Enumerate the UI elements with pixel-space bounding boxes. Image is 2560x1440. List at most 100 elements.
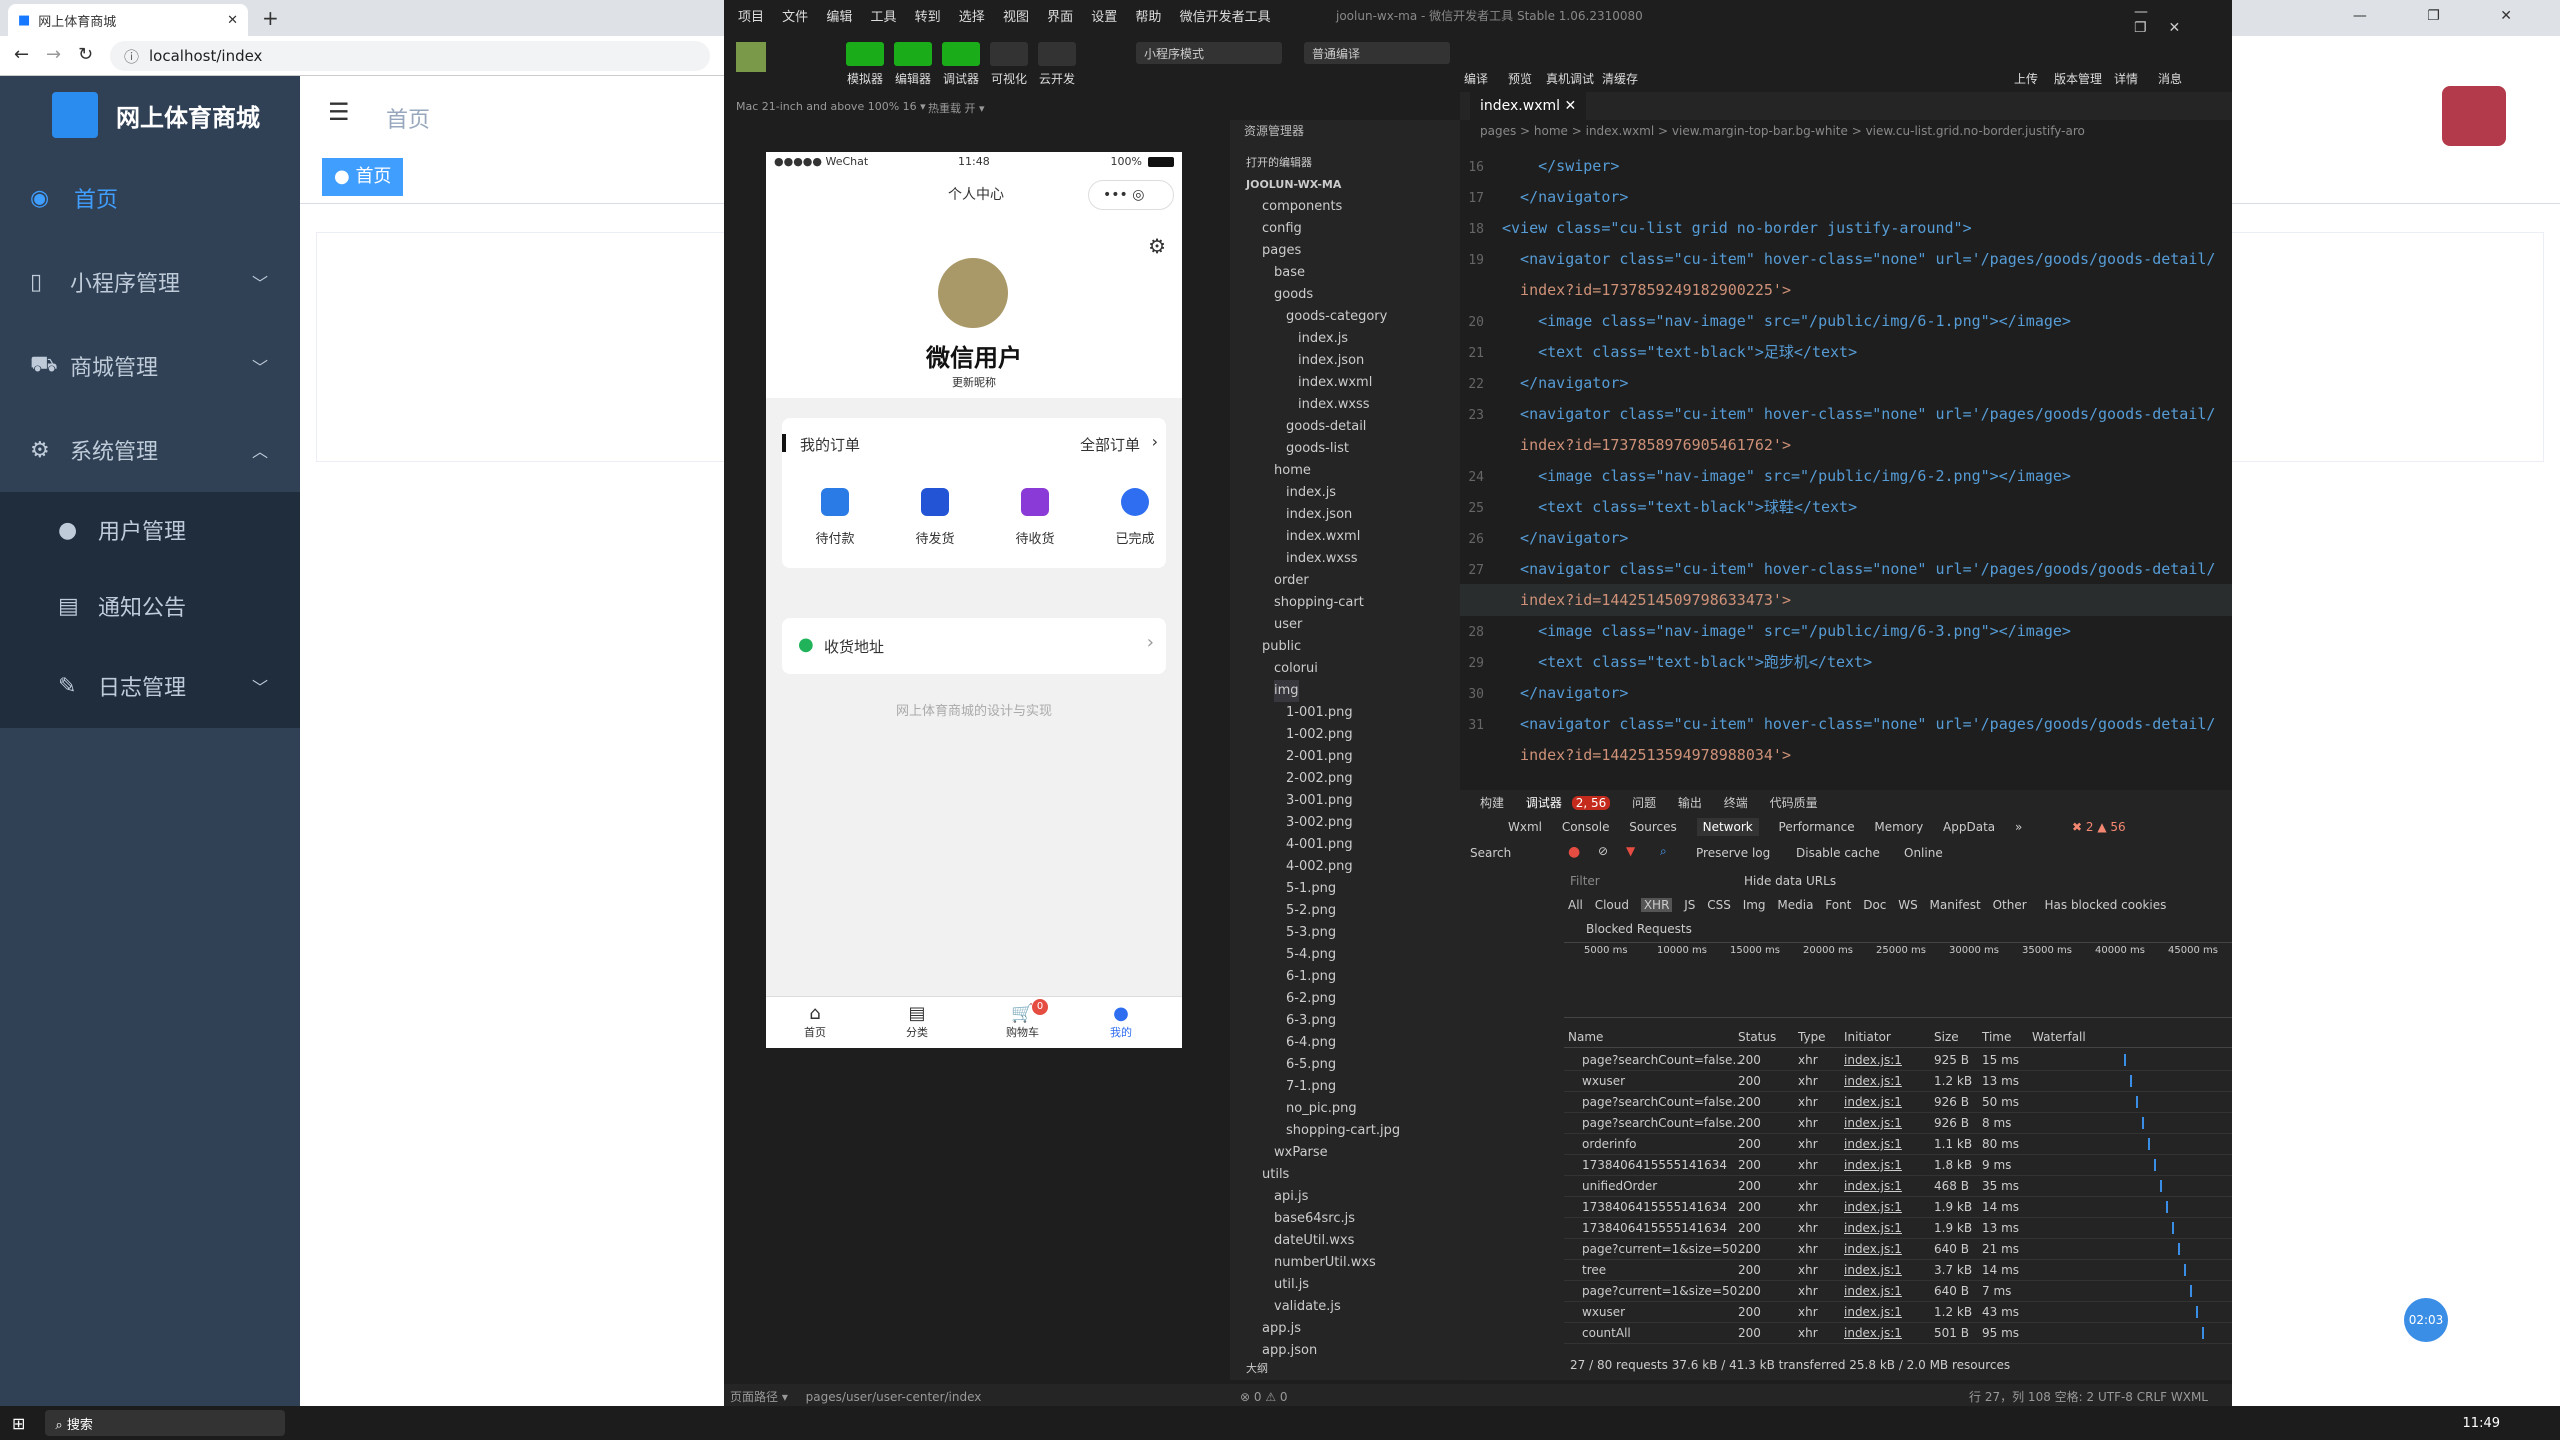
window-controls[interactable]: — ❐ ✕	[2353, 8, 2540, 24]
file-tree-item[interactable]: config	[1262, 218, 1302, 240]
device-select[interactable]: Mac 21-inch and above 100% 16 ▾	[736, 100, 926, 113]
filter-xhr[interactable]: XHR	[1640, 898, 1673, 912]
col-status[interactable]: Status	[1738, 1030, 1776, 1044]
window-controls[interactable]: —❐✕	[2134, 4, 2232, 36]
file-tree-item[interactable]: order	[1274, 570, 1309, 592]
col-initiator[interactable]: Initiator	[1844, 1030, 1891, 1044]
cell-init[interactable]: index.js:1	[1844, 1281, 1902, 1302]
file-tree-item[interactable]: 6-2.png	[1286, 988, 1336, 1010]
file-tree-item[interactable]: util.js	[1274, 1274, 1309, 1296]
error-warning-count[interactable]: ✖ 2 ▲ 56	[2072, 820, 2126, 834]
file-tree-item[interactable]: goods	[1274, 284, 1313, 306]
file-tree-item[interactable]: index.wxml	[1298, 372, 1372, 394]
debugger-button[interactable]	[942, 42, 980, 66]
file-tree-item[interactable]: utils	[1262, 1164, 1289, 1186]
file-tree-item[interactable]: 2-002.png	[1286, 768, 1353, 790]
col-waterfall[interactable]: Waterfall	[2032, 1030, 2086, 1044]
reload-icon[interactable]: ↻	[78, 44, 93, 65]
table-row[interactable]: page?current=1&size=50... 200 xhr index.js:…	[1564, 1239, 2232, 1260]
hamburger-icon[interactable]: ☰	[328, 98, 350, 126]
file-tree-item[interactable]: components	[1262, 196, 1342, 218]
table-row[interactable]: tree 200 xhr index.js:1 3.7 kB 14 ms	[1564, 1260, 2232, 1281]
panel-tab-code-quality[interactable]: 代码质量	[1770, 796, 1818, 810]
mode-select[interactable]: 小程序模式	[1136, 42, 1282, 64]
filter-ws[interactable]: WS	[1898, 898, 1917, 912]
panel-tab-problems[interactable]: 问题	[1632, 796, 1656, 810]
table-row[interactable]: page?searchCount=false... 200 xhr index.js:…	[1564, 1092, 2232, 1113]
file-tree-item[interactable]: index.js	[1298, 328, 1348, 350]
taskbar-search[interactable]: ⌕ 搜索	[45, 1410, 286, 1436]
profile-avatar[interactable]	[2442, 86, 2506, 146]
file-tree-item[interactable]: index.wxml	[1286, 526, 1360, 548]
file-tree-item[interactable]: 5-4.png	[1286, 944, 1336, 966]
cell-init[interactable]: index.js:1	[1844, 1302, 1902, 1323]
sidebar-item-home[interactable]: ◉ 首页	[0, 156, 300, 240]
address-card[interactable]: ● 收货地址 ›	[782, 618, 1166, 674]
new-tab-button[interactable]: +	[262, 6, 279, 30]
devtab-wxml[interactable]: Wxml	[1508, 820, 1542, 834]
file-tree-item[interactable]: goods-list	[1286, 438, 1349, 460]
search-tab[interactable]: Search	[1470, 846, 1511, 860]
preserve-log-checkbox[interactable]: Preserve log	[1696, 846, 1770, 860]
timeline-overview[interactable]: 5000 ms 10000 ms 15000 ms 20000 ms 25000 ms 3…	[1564, 942, 2232, 1018]
file-tree-item[interactable]: api.js	[1274, 1186, 1308, 1208]
cell-init[interactable]: index.js:1	[1844, 1323, 1902, 1344]
file-tree-item[interactable]: index.js	[1286, 482, 1336, 504]
file-tree-item[interactable]: public	[1262, 636, 1301, 658]
file-tree-item[interactable]: 6-4.png	[1286, 1032, 1336, 1054]
filter-doc[interactable]: Doc	[1863, 898, 1886, 912]
filter-input[interactable]: Filter	[1570, 874, 1600, 888]
file-tree-item[interactable]: validate.js	[1274, 1296, 1341, 1318]
filter-font[interactable]: Font	[1825, 898, 1851, 912]
filter-cloud[interactable]: Cloud	[1595, 898, 1629, 912]
devtab-appdata[interactable]: AppData	[1943, 820, 1995, 834]
col-size[interactable]: Size	[1934, 1030, 1959, 1044]
sidebar-item-mall[interactable]: ⛟ 商城管理 ﹀	[0, 324, 300, 408]
url-field[interactable]: ⓘ localhost/index	[110, 41, 710, 71]
menu-help[interactable]: 帮助	[1135, 10, 1161, 25]
file-tree-item[interactable]: 7-1.png	[1286, 1076, 1336, 1098]
menu-project[interactable]: 项目	[738, 10, 764, 25]
devtab-more[interactable]: »	[2015, 820, 2022, 834]
capsule-button[interactable]: ••• ◎	[1088, 180, 1174, 210]
filter-img[interactable]: Img	[1743, 898, 1766, 912]
sidebar-item-miniapp[interactable]: ▯ 小程序管理 ﹀	[0, 240, 300, 324]
file-tree-item[interactable]: colorui	[1274, 658, 1318, 680]
menu-file[interactable]: 文件	[782, 10, 808, 25]
filter-manifest[interactable]: Manifest	[1930, 898, 1981, 912]
all-orders-link[interactable]: 全部订单	[1080, 434, 1140, 455]
sidebar-item-system[interactable]: ⚙ 系统管理 ︿	[0, 408, 300, 492]
filter-media[interactable]: Media	[1777, 898, 1813, 912]
messages-button[interactable]: 消息	[2140, 70, 2200, 87]
table-row[interactable]: wxuser 200 xhr index.js:1 1.2 kB 13 ms	[1564, 1071, 2232, 1092]
table-row[interactable]: wxuser 200 xhr index.js:1 1.2 kB 43 ms	[1564, 1302, 2232, 1323]
visual-button[interactable]	[990, 42, 1028, 66]
menu-tools[interactable]: 工具	[870, 10, 896, 25]
file-tree-item[interactable]: 3-002.png	[1286, 812, 1353, 834]
file-tree-item[interactable]: 5-2.png	[1286, 900, 1336, 922]
col-time[interactable]: Time	[1982, 1030, 2011, 1044]
open-editors-section[interactable]: 打开的编辑器	[1246, 152, 1312, 174]
outline-section[interactable]: 大纲	[1246, 1358, 1268, 1380]
file-tree-item[interactable]: goods-detail	[1286, 416, 1366, 438]
record-icon[interactable]: ●	[1568, 844, 1580, 860]
table-row[interactable]: 1738406415555141634 200 xhr index.js:1 1.9 k…	[1564, 1197, 2232, 1218]
file-tree-item[interactable]: user	[1274, 614, 1302, 636]
devtab-sources[interactable]: Sources	[1629, 820, 1676, 834]
back-icon[interactable]: ←	[14, 44, 29, 65]
file-tree-item[interactable]: index.json	[1298, 350, 1364, 372]
hide-data-urls-checkbox[interactable]: Hide data URLs	[1744, 874, 1836, 888]
order-pending-ship[interactable]: 待发货	[900, 488, 970, 547]
file-tree-item[interactable]: app.js	[1262, 1318, 1301, 1340]
filter-other[interactable]: Other	[1993, 898, 2027, 912]
cell-init[interactable]: index.js:1	[1844, 1239, 1902, 1260]
file-tree-item[interactable]: 6-3.png	[1286, 1010, 1336, 1032]
table-row[interactable]: 1738406415555141634 200 xhr index.js:1 1.9 k…	[1564, 1218, 2232, 1239]
simulator-button[interactable]	[846, 42, 884, 66]
panel-tab-build[interactable]: 构建	[1480, 796, 1504, 810]
file-tree-item[interactable]: dateUtil.wxs	[1274, 1230, 1354, 1252]
file-tree-item[interactable]: wxParse	[1274, 1142, 1328, 1164]
file-tree-item[interactable]: app.json	[1262, 1340, 1317, 1362]
table-row[interactable]: unifiedOrder 200 xhr index.js:1 468 B 35 ms	[1564, 1176, 2232, 1197]
file-tree-item[interactable]: home	[1274, 460, 1311, 482]
